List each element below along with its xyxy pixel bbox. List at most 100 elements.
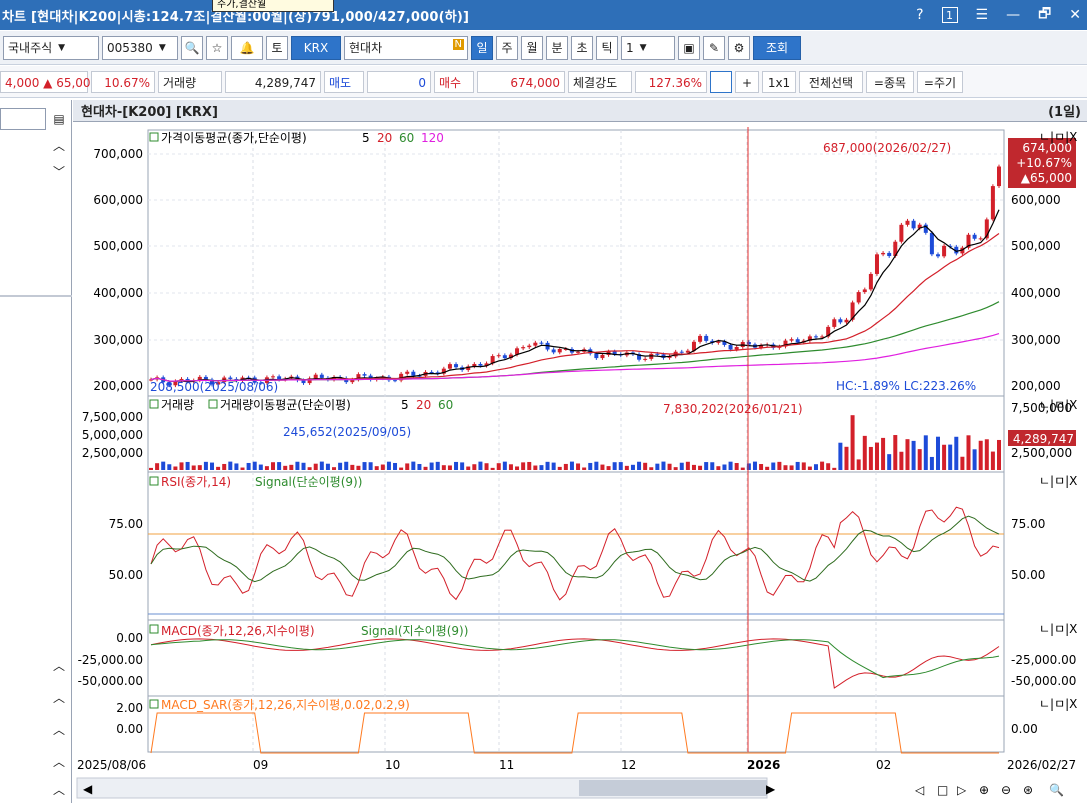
zoom-out-icon[interactable]: ⊖ [1001, 783, 1011, 797]
exchange-button[interactable]: KRX [291, 35, 341, 60]
xtick: 10 [385, 758, 400, 772]
candle-body [594, 353, 599, 359]
legend-checkbox[interactable] [149, 699, 159, 709]
candle-body [271, 376, 276, 378]
volume-bar [362, 462, 367, 470]
by-item-button[interactable]: =종목 [866, 70, 914, 93]
volume-bar [777, 461, 782, 470]
volume-bar [521, 462, 526, 470]
close-button[interactable]: ✕ [1069, 7, 1081, 23]
count-select[interactable]: 1 [621, 35, 675, 60]
volume-bar [820, 461, 825, 470]
panel-control-buttons[interactable]: ㄴ|ㅁ|X [1039, 697, 1077, 711]
collapse-up-icon[interactable]: ︿ [50, 688, 68, 706]
panel-controls[interactable]: ㄴ|ㅁ|X ㄴ|ㅁ|X ㄴ|ㅁ|X ㄴ|ㅁ|X ㄴ|ㅁ|X [1039, 130, 1077, 711]
restore-button[interactable]: 🗗 [1038, 3, 1051, 27]
chevron-up-icon[interactable]: ︿ [50, 136, 68, 154]
legend-checkbox[interactable] [149, 399, 159, 409]
chart-svg[interactable]: 가격이동평균(종가,단순이평) 5 20 60 120 거래량 거래량이동평균(… [73, 100, 1087, 803]
panel-control-buttons[interactable]: ㄴ|ㅁ|X [1039, 622, 1077, 636]
search-icon[interactable]: 🔍 [181, 35, 203, 60]
volume-bar [795, 461, 800, 470]
x-axis: 2025/08/06 09 10 11 12 2026 02 2026/02/2… [77, 758, 1076, 772]
period-week-button[interactable]: 주 [496, 35, 518, 60]
help-icon[interactable]: ? [916, 7, 923, 23]
collapse-up-icon[interactable]: ︿ [50, 752, 68, 770]
period-second-button[interactable]: 초 [571, 35, 593, 60]
color-box-button[interactable] [710, 70, 732, 93]
period-tick-button[interactable]: 틱 [596, 35, 618, 60]
zoom-icon[interactable]: ⊛ [1023, 783, 1033, 797]
next-icon[interactable]: ▷ [957, 783, 967, 797]
scroll-right-icon[interactable]: ▶ [766, 782, 776, 796]
volume-bar [789, 465, 794, 470]
volume-bar [539, 465, 544, 470]
list-icon[interactable]: ▤ [50, 110, 68, 128]
volume-bar [423, 466, 428, 470]
add-button[interactable]: + [735, 70, 759, 93]
volume-bar [264, 466, 269, 470]
ytick: 0.00 [1011, 722, 1038, 736]
panel-control-buttons[interactable]: ㄴ|ㅁ|X [1039, 474, 1077, 488]
scroll-left-icon[interactable]: ◀ [83, 782, 93, 796]
left-panel: ▤ ︿ ﹀ ︿ ︿ ︿ ︿ ︿ [0, 100, 72, 803]
volume-bar [972, 449, 977, 470]
period-day-button[interactable]: 일 [471, 35, 493, 60]
candle-body [874, 254, 879, 274]
panel-control-buttons[interactable]: ㄴ|ㅁ|X [1039, 130, 1077, 144]
volume-bar [496, 463, 501, 470]
volume-bar [173, 466, 178, 470]
period-month-button[interactable]: 월 [521, 35, 543, 60]
collapse-up-icon[interactable]: ︿ [50, 656, 68, 674]
code-select[interactable]: 005380 [102, 35, 178, 60]
minimize-button[interactable]: — [1006, 7, 1020, 23]
market-select[interactable]: 국내주식 [3, 35, 99, 60]
legend-checkbox[interactable] [149, 624, 159, 634]
magnifier-icon[interactable]: 🔍 [1049, 782, 1064, 797]
select-all-button[interactable]: 전체선택 [799, 70, 863, 93]
collapse-up-icon[interactable]: ︿ [50, 780, 68, 798]
stop-icon[interactable]: □ [937, 783, 948, 797]
candle-body [478, 363, 483, 366]
scroll-thumb[interactable] [579, 780, 767, 796]
legend-checkbox[interactable] [208, 399, 218, 409]
volume-bar [551, 462, 556, 470]
rsi-line [150, 506, 1000, 601]
candle-body [899, 224, 904, 242]
volume-bar [338, 462, 343, 470]
volume-bar [911, 440, 916, 470]
candle-body [502, 355, 507, 359]
sell-label: 매도 [324, 70, 364, 93]
prev-icon[interactable]: ◁ [914, 783, 924, 797]
legend-checkbox[interactable] [149, 476, 159, 486]
by-period-button[interactable]: =주기 [917, 70, 963, 93]
favorite-star-icon[interactable]: ☆ [206, 35, 228, 60]
layout-one-button[interactable]: 1 [941, 7, 958, 23]
volume-bar [155, 463, 160, 470]
last-price-box: 674,000 +10.67% ▲65,000 [1008, 138, 1076, 188]
scrollbar[interactable]: ◀ ▶ ◁ □ ▷ ⊕ ⊖ ⊛ 🔍 [76, 777, 1064, 799]
menu-icon[interactable]: ☰ [976, 7, 989, 23]
period-minute-button[interactable]: 분 [546, 35, 568, 60]
stock-name-input[interactable]: 현대차 N [344, 35, 468, 60]
panel-control-buttons[interactable]: ㄴ|ㅁ|X [1039, 398, 1077, 412]
candle-body [539, 342, 544, 344]
legend-checkbox[interactable] [149, 132, 159, 142]
candle-body [813, 336, 818, 338]
left-search-input[interactable] [0, 108, 46, 130]
ma-line-5 [150, 209, 1000, 383]
to-button[interactable]: 토 [266, 35, 288, 60]
pen-icon[interactable]: ✎ [703, 35, 725, 60]
save-icon[interactable]: ▣ [678, 35, 700, 60]
alarm-bell-icon[interactable]: 🔔 [231, 35, 263, 60]
query-button[interactable]: 조회 [753, 35, 801, 60]
volume-bar [435, 461, 440, 470]
settings-gear-icon[interactable]: ⚙ [728, 35, 750, 60]
volume-bar [978, 440, 983, 470]
collapse-up-icon[interactable]: ︿ [50, 720, 68, 738]
volume-bar [460, 462, 465, 470]
chevron-down-icon[interactable]: ﹀ [50, 162, 68, 180]
ytick: 7,500,000 [82, 410, 143, 424]
zoom-in-icon[interactable]: ⊕ [979, 783, 989, 797]
layout-1x1-button[interactable]: 1x1 [762, 70, 796, 93]
